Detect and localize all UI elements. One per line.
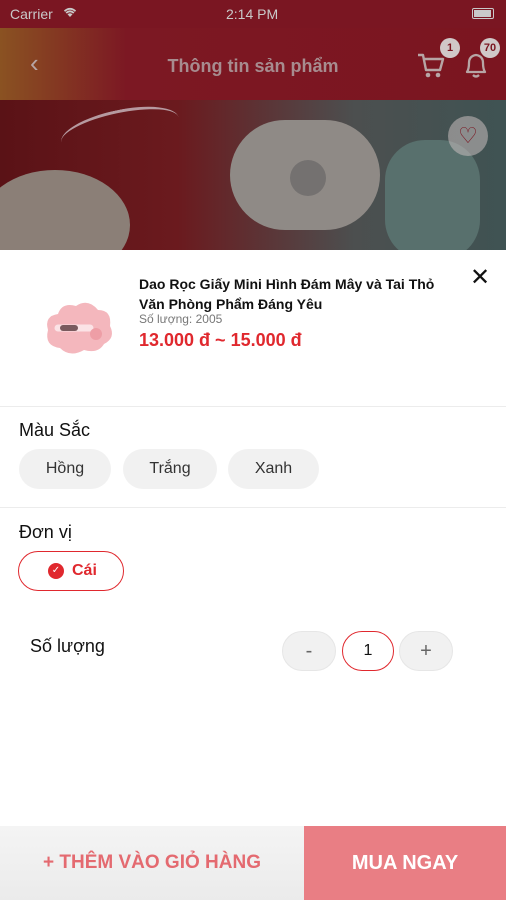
product-thumbnail [38,288,118,368]
clock: 2:14 PM [226,6,279,22]
add-to-cart-button[interactable]: + THÊM VÀO GIỎ HÀNG [0,826,304,900]
status-bar: Carrier 2:14 PM [0,0,506,28]
quantity-decrease-button[interactable]: - [282,631,336,671]
carrier-label: Carrier [10,6,53,22]
buy-now-button[interactable]: MUA NGAY [304,826,506,900]
background-page: Carrier 2:14 PM ‹ Thông tin sản phẩm 1 7… [0,0,506,260]
close-icon[interactable]: ✕ [466,264,494,292]
divider [0,406,506,407]
action-bar: + THÊM VÀO GIỎ HÀNG MUA NGAY [0,826,506,900]
nav-bar: ‹ Thông tin sản phẩm 1 70 [0,28,506,100]
battery-icon [472,8,494,19]
quantity-increase-button[interactable]: + [399,631,453,671]
color-option-pink[interactable]: Hồng [19,449,111,489]
stock-quantity: Số lượng: 2005 [139,312,223,326]
unit-option-selected[interactable]: ✓ Cái [18,551,124,591]
color-option-green[interactable]: Xanh [228,449,319,489]
quantity-input[interactable]: 1 [342,631,394,671]
unit-section-label: Đơn vị [19,522,72,542]
product-image: ♡ [0,100,506,260]
checkmark-icon: ✓ [48,563,64,579]
color-option-white[interactable]: Trắng [123,449,217,489]
wifi-icon [62,6,78,21]
product-name: Dao Rọc Giấy Mini Hình Đám Mây và Tai Th… [139,276,435,312]
notification-badge: 70 [480,38,500,58]
heart-icon[interactable]: ♡ [448,116,488,156]
quantity-label: Số lượng [30,636,105,656]
cart-badge: 1 [440,38,460,58]
unit-option-label: Cái [72,562,97,579]
cart-icon[interactable] [416,52,446,80]
price-range: 13.000 đ ~ 15.000 đ [139,330,302,350]
color-section-label: Màu Sắc [19,420,91,440]
variant-sheet: Dao Rọc Giấy Mini Hình Đám Mây và Tai Th… [0,250,506,900]
divider [0,507,506,508]
